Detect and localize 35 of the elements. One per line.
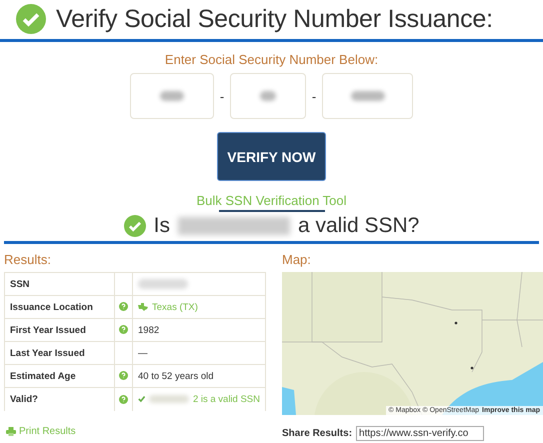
section-heading: Map: [282,252,312,267]
redacted-mark [138,279,188,289]
verdict-text: a valid SSN? [298,214,420,238]
form-prompt: Enter Social Security Number Below: [164,52,380,67]
row-label: First Year Issued [4,318,114,342]
share-label: Share Results: [282,428,352,439]
ssn-input-field[interactable] [322,73,413,119]
check-circle-icon [16,4,46,34]
result-value: — [138,348,148,358]
row-label: Valid? [4,388,114,410]
ssn-input-field[interactable] [130,73,214,119]
row-label: Issuance Location [4,296,114,318]
state-shape-icon [138,303,148,311]
verify-button[interactable]: VERIFY NOW [217,132,326,181]
help-icon[interactable] [119,394,128,404]
result-value: 40 to 52 years old [138,370,214,382]
help-icon[interactable] [119,371,128,380]
check-circle-icon [124,215,146,237]
share-url-field[interactable]: https://www.ssn-verify.co [356,426,484,441]
valid-value: 2 is a valid SSN [192,394,260,405]
separator: - [310,88,318,104]
row-label: Estimated Age [4,364,114,388]
separator: - [218,88,226,104]
help-icon[interactable] [119,325,128,334]
printer-icon [6,426,16,436]
ssn-input-field[interactable] [230,73,306,119]
row-label: SSN [4,272,114,296]
page-title: Verify Social Security Number Issuance: [56,4,493,34]
section-heading: Results: [4,252,52,267]
checkmark-icon [138,395,146,404]
verdict-text: Is [154,214,170,238]
result-value: 1982 [138,324,160,336]
row-label: Last Year Issued [4,342,114,364]
redacted-mark [149,395,189,404]
help-icon[interactable] [119,302,128,312]
